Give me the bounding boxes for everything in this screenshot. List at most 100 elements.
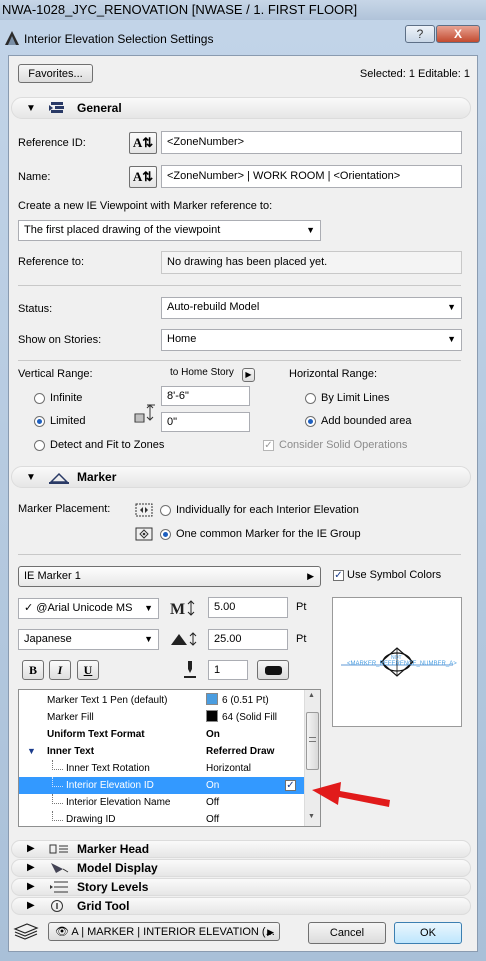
- scrollbar-thumb[interactable]: [306, 712, 319, 770]
- to-home-story-label: to Home Story: [170, 367, 234, 378]
- font-size-field[interactable]: 5.00: [208, 597, 288, 618]
- create-viewpoint-label: Create a new IE Viewpoint with Marker re…: [18, 200, 273, 212]
- autotext-name-button[interactable]: A⇅: [129, 166, 157, 188]
- script-value: Japanese: [24, 633, 72, 645]
- chevron-down-icon: ▼: [447, 334, 456, 344]
- marker-head-title: Marker Head: [77, 842, 150, 856]
- detect-fit-radio[interactable]: [34, 440, 45, 451]
- font-size-icon: M: [170, 600, 195, 617]
- reference-id-field[interactable]: <ZoneNumber>: [161, 131, 462, 154]
- common-marker-radio[interactable]: [160, 529, 171, 540]
- tree-connector: [52, 811, 63, 821]
- table-row[interactable]: Uniform Text Format On: [19, 726, 304, 743]
- individual-marker-icon: [135, 503, 153, 517]
- scroll-up-icon[interactable]: ▲: [308, 692, 315, 699]
- marker-placement-label: Marker Placement:: [18, 503, 111, 515]
- expand-triangle-icon[interactable]: ▶: [27, 843, 35, 854]
- use-symbol-colors-checkbox[interactable]: ✓: [333, 570, 344, 581]
- expand-triangle-icon[interactable]: ▶: [27, 881, 35, 892]
- story-levels-title: Story Levels: [77, 880, 149, 894]
- use-symbol-colors-label: Use Symbol Colors: [347, 569, 442, 581]
- property-name: Inner Text Rotation: [66, 763, 150, 774]
- add-bounded-area-label: Add bounded area: [321, 415, 412, 427]
- name-field[interactable]: <ZoneNumber> | WORK ROOM | <Orientation>: [161, 165, 462, 188]
- show-on-stories-dropdown[interactable]: Home ▼: [161, 329, 462, 351]
- checkmark-icon: ✓: [24, 602, 37, 614]
- by-limit-lines-radio[interactable]: [305, 393, 316, 404]
- property-name: Uniform Text Format: [47, 729, 145, 740]
- pen-number-field[interactable]: 1: [208, 660, 248, 680]
- add-bounded-area-radio[interactable]: [305, 416, 316, 427]
- limited-radio[interactable]: [34, 416, 45, 427]
- layer-selector[interactable]: 👁 A | MARKER | INTERIOR ELEVATION (... ▶: [48, 922, 280, 941]
- table-row[interactable]: Interior Elevation Name Off: [19, 794, 304, 811]
- status-dropdown[interactable]: Auto-rebuild Model ▼: [161, 297, 462, 319]
- font-size-unit: Pt: [296, 601, 307, 613]
- underline-button[interactable]: U: [77, 660, 99, 680]
- model-display-title: Model Display: [77, 861, 158, 875]
- scroll-down-icon[interactable]: ▼: [308, 813, 315, 820]
- general-section-title: General: [77, 101, 122, 115]
- dialog-title: Interior Elevation Selection Settings: [24, 32, 214, 46]
- autotext-reference-id-button[interactable]: A⇅: [129, 132, 157, 154]
- pen-color-button[interactable]: [257, 660, 289, 680]
- story-levels-section-header[interactable]: ▶ Story Levels: [11, 878, 471, 896]
- property-name: Interior Elevation Name: [66, 797, 171, 808]
- preview-center-text: NOT: [391, 655, 402, 661]
- close-button[interactable]: X: [436, 25, 480, 43]
- general-section-header[interactable]: ▼ General: [11, 97, 471, 119]
- play-arrow-icon[interactable]: ▶: [267, 923, 274, 940]
- table-row[interactable]: Marker Text 1 Pen (default) 6 (0.51 Pt): [19, 692, 304, 709]
- svg-text:M: M: [170, 601, 185, 617]
- grid-tool-section-header[interactable]: ▶ Grid Tool: [11, 897, 471, 915]
- expand-triangle-icon[interactable]: ▶: [27, 900, 35, 911]
- fill-swatch: [206, 710, 218, 722]
- italic-button[interactable]: I: [49, 660, 71, 680]
- infinite-radio[interactable]: [34, 393, 45, 404]
- property-value: On: [206, 729, 220, 740]
- pen-swatch: [265, 666, 282, 675]
- eye-icon: 👁: [55, 926, 72, 938]
- font-dropdown[interactable]: ✓ @Arial Unicode MS ▼: [18, 598, 159, 619]
- horizontal-range-label: Horizontal Range:: [289, 368, 378, 380]
- individual-marker-radio[interactable]: [160, 505, 171, 516]
- range-height-field[interactable]: 8'-6": [161, 386, 250, 406]
- cancel-button[interactable]: Cancel: [308, 922, 386, 944]
- table-row[interactable]: ▼ Inner Text Referred Draw: [19, 743, 304, 760]
- marker-type-selector[interactable]: IE Marker 1 ▶: [18, 566, 321, 587]
- consider-solid-checkbox[interactable]: ✓: [263, 440, 274, 451]
- expand-triangle-icon[interactable]: ▼: [27, 743, 36, 760]
- chevron-down-icon: ▼: [447, 302, 456, 312]
- range-offset-field[interactable]: 0": [161, 412, 250, 432]
- collapse-triangle-icon[interactable]: ▼: [26, 472, 36, 483]
- help-button[interactable]: ?: [405, 25, 435, 43]
- favorites-button[interactable]: Favorites...: [18, 64, 93, 83]
- autotext-icon: A⇅: [132, 135, 154, 150]
- table-row[interactable]: Drawing ID Off: [19, 811, 304, 826]
- marker-reference-dropdown[interactable]: The first placed drawing of the viewpoin…: [18, 220, 321, 241]
- expand-triangle-icon[interactable]: ▶: [27, 862, 35, 873]
- script-dropdown[interactable]: Japanese ▼: [18, 629, 159, 650]
- marker-properties-table: Marker Text 1 Pen (default) 6 (0.51 Pt) …: [18, 689, 321, 827]
- play-arrow-icon: ▶: [245, 370, 252, 379]
- table-row[interactable]: Inner Text Rotation Horizontal: [19, 760, 304, 777]
- pen-icon: [184, 661, 196, 678]
- property-checkbox[interactable]: ✓: [285, 780, 296, 791]
- table-row[interactable]: Marker Fill 64 (Solid Fill: [19, 709, 304, 726]
- ok-button[interactable]: OK: [394, 922, 462, 944]
- limited-label: Limited: [50, 415, 86, 427]
- text-spacing-field[interactable]: 25.00: [208, 629, 288, 650]
- collapse-triangle-icon[interactable]: ▼: [26, 103, 36, 114]
- divider: [18, 285, 461, 286]
- marker-preview: <MARKER_REFERENCE_NUMBER_A> NOT: [332, 597, 462, 727]
- bold-button[interactable]: B: [22, 660, 44, 680]
- marker-section-header[interactable]: ▼ Marker: [11, 466, 471, 488]
- table-row-selected[interactable]: Interior Elevation ID On ✓: [19, 777, 304, 794]
- home-story-arrow-button[interactable]: ▶: [242, 368, 255, 382]
- reference-id-label: Reference ID:: [18, 137, 86, 149]
- reference-to-field: No drawing has been placed yet.: [161, 251, 462, 274]
- marker-head-section-header[interactable]: ▶ Marker Head: [11, 840, 471, 858]
- property-name: Marker Fill: [47, 712, 94, 723]
- chevron-down-icon: ▼: [306, 225, 315, 235]
- model-display-section-header[interactable]: ▶ Model Display: [11, 859, 471, 877]
